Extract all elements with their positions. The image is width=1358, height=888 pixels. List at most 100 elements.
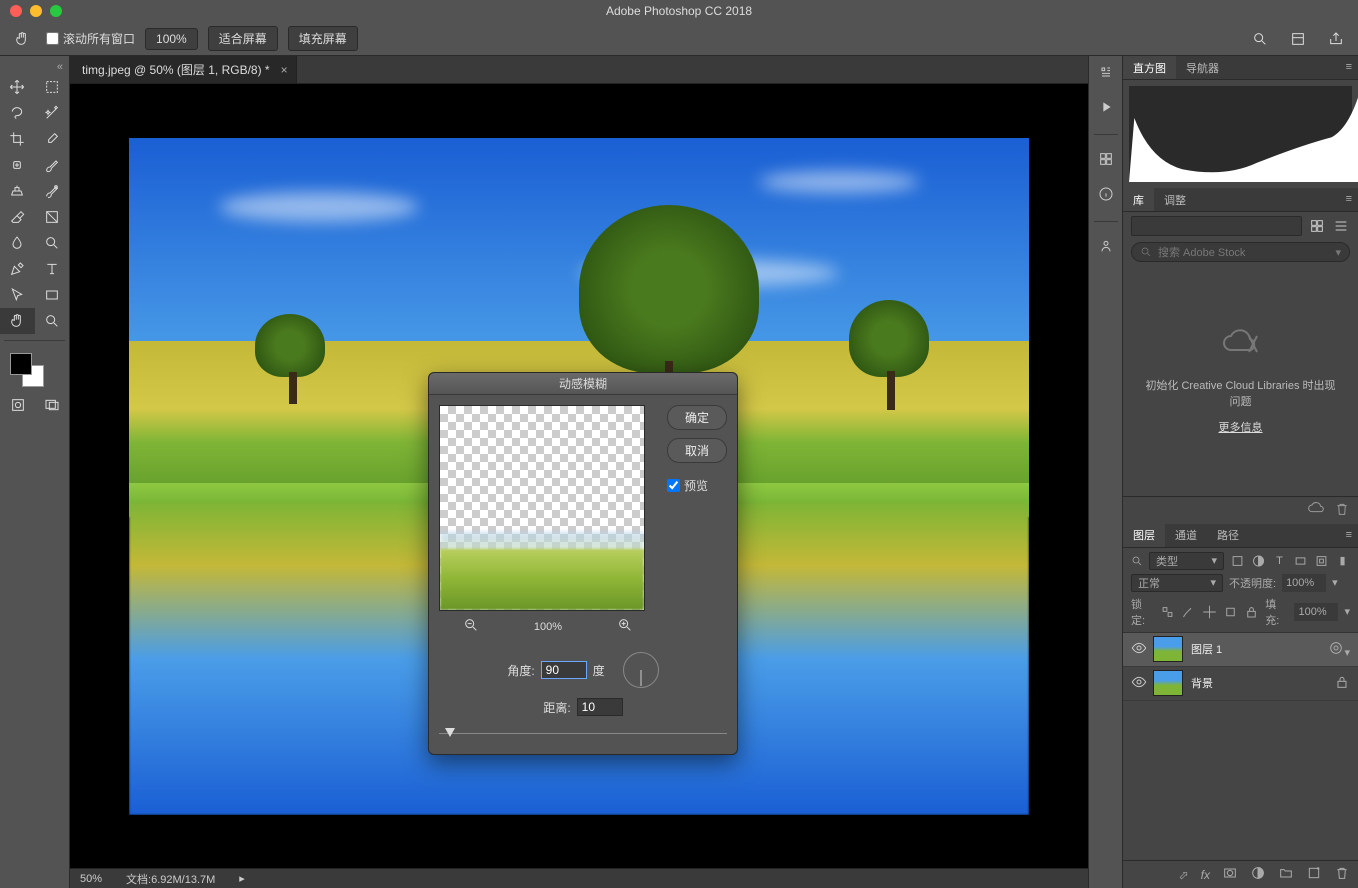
dialog-title[interactable]: 动感模糊 [429,373,737,395]
filter-smart-icon[interactable] [1314,553,1329,568]
scroll-all-windows-checkbox[interactable]: 滚动所有窗口 [46,30,135,47]
group-icon[interactable] [1278,865,1294,884]
filter-pixel-icon[interactable] [1230,553,1245,568]
cloud-sync-icon[interactable] [1308,501,1324,520]
grid-view-icon[interactable] [1308,217,1326,235]
close-tab-icon[interactable]: × [281,63,288,77]
hand-tool[interactable] [0,308,35,334]
visibility-icon[interactable] [1131,640,1145,659]
pen-tool[interactable] [0,256,35,282]
tab-histogram[interactable]: 直方图 [1123,56,1176,79]
preview-checkbox[interactable]: 预览 [667,477,727,494]
panel-menu-icon[interactable]: ≡ [1346,193,1352,205]
foreground-color[interactable] [10,353,32,375]
zoom-out-icon[interactable] [463,617,479,636]
layer-fx-icon[interactable]: fx [1201,868,1210,882]
quickmask-icon[interactable] [10,397,26,416]
path-select-tool[interactable] [0,282,35,308]
filter-shape-icon[interactable] [1293,553,1308,568]
canvas-area[interactable]: 动感模糊 100% [70,84,1088,868]
link-layers-icon[interactable]: ⬀ [1179,868,1189,882]
dock-character-icon[interactable] [1098,238,1114,257]
tab-libraries[interactable]: 库 [1123,188,1154,211]
delete-layer-icon[interactable] [1334,865,1350,884]
layer-thumbnail[interactable] [1153,636,1183,662]
dock-info-icon[interactable] [1098,186,1114,205]
panel-menu-icon[interactable]: ≡ [1346,529,1352,541]
tab-channels[interactable]: 通道 [1165,524,1207,547]
layer-name[interactable]: 背景 [1191,675,1326,691]
new-layer-icon[interactable] [1306,865,1322,884]
trash-icon[interactable] [1334,501,1350,520]
distance-slider[interactable] [439,726,727,742]
status-zoom[interactable]: 50% [80,873,102,885]
fill-input[interactable] [1294,603,1338,621]
list-view-icon[interactable] [1332,217,1350,235]
move-tool[interactable] [0,74,35,100]
history-brush-tool[interactable] [35,178,70,204]
ok-button[interactable]: 确定 [667,405,727,430]
lock-all-icon[interactable] [1244,604,1259,619]
brush-tool[interactable] [35,152,70,178]
library-dropdown[interactable] [1131,216,1302,236]
tab-adjustments[interactable]: 调整 [1154,188,1196,211]
angle-dial[interactable] [623,652,659,688]
opacity-input[interactable] [1282,574,1326,592]
eraser-tool[interactable] [0,204,35,230]
document-tab[interactable]: timg.jpeg @ 50% (图层 1, RGB/8) * × [70,56,297,83]
fill-screen-button[interactable]: 填充屏幕 [288,26,358,51]
healing-brush-tool[interactable] [0,152,35,178]
layer-name[interactable]: 图层 1 [1191,641,1320,657]
close-window[interactable] [10,5,22,17]
clone-stamp-tool[interactable] [0,178,35,204]
maximize-window[interactable] [50,5,62,17]
status-chevron-icon[interactable]: ▸ [239,872,245,885]
layer-row[interactable]: 图层 1 ▾ [1123,633,1358,667]
zoom-level-field[interactable]: 100% [145,28,198,50]
layer-filter-dropdown[interactable]: 类型▾ [1149,552,1224,570]
lock-artboard-icon[interactable] [1223,604,1238,619]
filter-preview[interactable] [439,405,645,611]
tab-layers[interactable]: 图层 [1123,524,1165,547]
tab-paths[interactable]: 路径 [1207,524,1249,547]
gradient-tool[interactable] [35,204,70,230]
eyedropper-tool[interactable] [35,126,70,152]
cancel-button[interactable]: 取消 [667,438,727,463]
tab-navigator[interactable]: 导航器 [1176,56,1229,79]
marquee-tool[interactable] [35,74,70,100]
stock-search-input[interactable]: 搜索 Adobe Stock ▾ [1131,242,1350,262]
fit-screen-button[interactable]: 适合屏幕 [208,26,278,51]
crop-tool[interactable] [0,126,35,152]
adjustment-layer-icon[interactable] [1250,865,1266,884]
lock-pixels-icon[interactable] [1181,604,1196,619]
filter-toggle-icon[interactable]: ▮ [1335,553,1350,568]
layer-thumbnail[interactable] [1153,670,1183,696]
search-icon[interactable] [1246,25,1274,53]
color-swatches[interactable] [0,347,69,391]
panel-menu-icon[interactable]: ≡ [1346,61,1352,73]
lock-transparency-icon[interactable] [1160,604,1175,619]
blur-tool[interactable] [0,230,35,256]
dock-actions-icon[interactable] [1098,99,1114,118]
collapse-tools-icon[interactable]: « [0,60,69,74]
distance-input[interactable] [577,698,623,716]
blend-mode-dropdown[interactable]: 正常▾ [1131,574,1223,592]
lasso-tool[interactable] [0,100,35,126]
filter-type-icon[interactable]: T [1272,553,1287,568]
rectangle-tool[interactable] [35,282,70,308]
layer-row[interactable]: 背景 [1123,667,1358,701]
more-info-link[interactable]: 更多信息 [1219,419,1263,435]
dock-properties-icon[interactable] [1098,64,1114,83]
layer-filter-badge-icon[interactable]: ▾ [1328,640,1350,659]
visibility-icon[interactable] [1131,674,1145,693]
zoom-in-icon[interactable] [617,617,633,636]
dodge-tool[interactable] [35,230,70,256]
dock-color-icon[interactable] [1098,151,1114,170]
filter-adjust-icon[interactable] [1251,553,1266,568]
type-tool[interactable] [35,256,70,282]
minimize-window[interactable] [30,5,42,17]
screenmode-icon[interactable] [44,397,60,416]
magic-wand-tool[interactable] [35,100,70,126]
workspace-icon[interactable] [1284,25,1312,53]
share-icon[interactable] [1322,25,1350,53]
